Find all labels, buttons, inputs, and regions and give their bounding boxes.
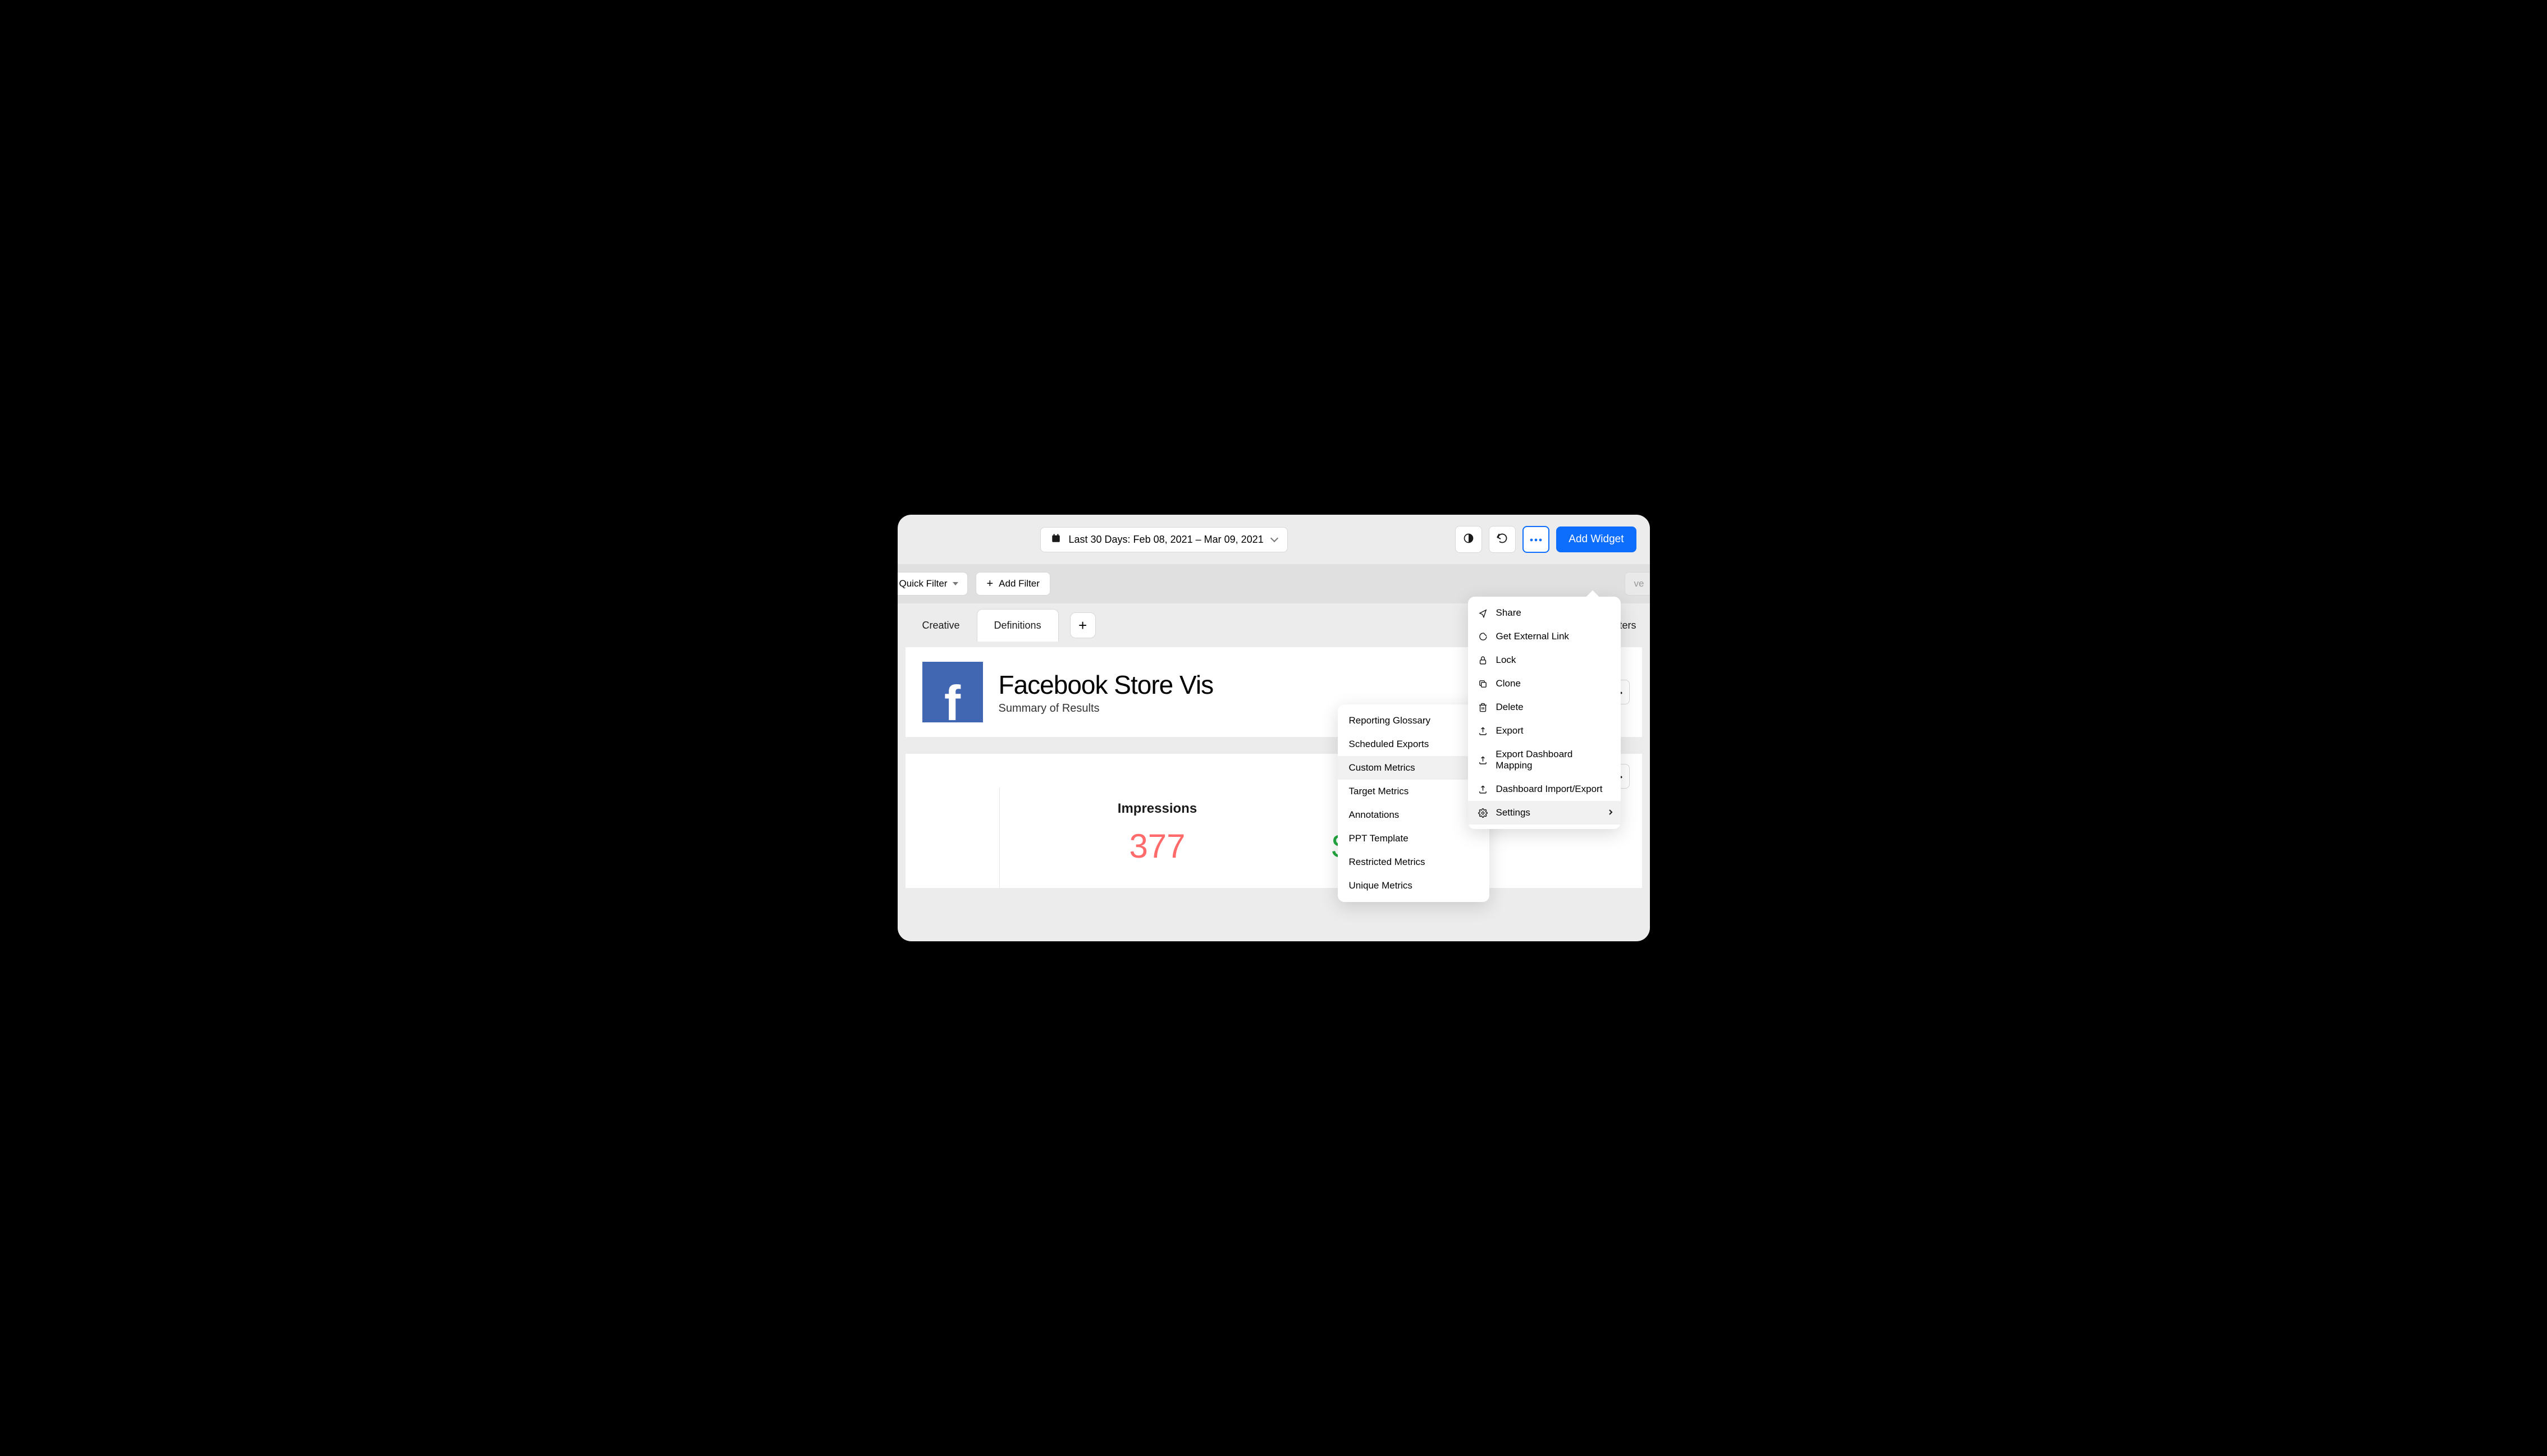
quick-filter-label: Quick Filter [899, 578, 948, 589]
menu-item-label: Delete [1496, 702, 1524, 713]
tab-creative[interactable]: Creative [906, 610, 977, 642]
menu-item-label: Clone [1496, 678, 1521, 689]
menu-item-settings[interactable]: Settings [1468, 801, 1621, 825]
header-text-block: Facebook Store Vis Summary of Results [999, 670, 1214, 715]
settings-submenu: Reporting GlossaryScheduled ExportsCusto… [1338, 704, 1489, 902]
facebook-logo: f [922, 662, 983, 722]
more-options-button[interactable] [1522, 526, 1549, 553]
menu-item-label: Share [1496, 607, 1521, 619]
add-widget-button[interactable]: Add Widget [1556, 526, 1636, 552]
submenu-item-scheduled-exports[interactable]: Scheduled Exports [1338, 732, 1489, 756]
facebook-f-icon: f [944, 679, 961, 728]
link-icon [1478, 632, 1488, 642]
menu-item-lock[interactable]: Lock [1468, 648, 1621, 672]
share-icon [1478, 608, 1488, 618]
export-icon [1478, 785, 1488, 794]
trash-icon [1478, 703, 1488, 712]
plus-icon: + [1078, 617, 1087, 634]
add-filter-label: Add Filter [999, 578, 1040, 589]
clone-icon [1478, 679, 1488, 689]
chevron-down-icon [1270, 534, 1278, 542]
menu-item-label: Get External Link [1496, 631, 1569, 642]
contrast-icon [1463, 533, 1474, 547]
menu-item-export[interactable]: Export [1468, 719, 1621, 743]
metric-impressions: Impressions 377 [1000, 787, 1315, 888]
submenu-item-reporting-glossary[interactable]: Reporting Glossary [1338, 709, 1489, 732]
gear-icon [1478, 808, 1488, 818]
refresh-icon [1497, 533, 1508, 547]
menu-item-label: Settings [1496, 807, 1530, 818]
export-icon [1478, 756, 1488, 765]
triangle-down-icon [953, 582, 958, 585]
metric-value: 377 [1005, 827, 1310, 866]
submenu-item-ppt-template[interactable]: PPT Template [1338, 827, 1489, 850]
lock-icon [1478, 656, 1488, 665]
refresh-button[interactable] [1489, 526, 1516, 553]
submenu-item-annotations[interactable]: Annotations [1338, 803, 1489, 827]
menu-item-share[interactable]: Share [1468, 601, 1621, 625]
chevron-right-icon [1608, 807, 1613, 818]
submenu-item-unique-metrics[interactable]: Unique Metrics [1338, 874, 1489, 898]
submenu-item-restricted-metrics[interactable]: Restricted Metrics [1338, 850, 1489, 874]
submenu-item-custom-metrics[interactable]: Custom Metrics [1338, 756, 1489, 780]
dashboard-window: Last 30 Days: Feb 08, 2021 – Mar 09, 202… [898, 515, 1650, 941]
top-bar: Last 30 Days: Feb 08, 2021 – Mar 09, 202… [898, 515, 1650, 564]
date-range-picker[interactable]: Last 30 Days: Feb 08, 2021 – Mar 09, 202… [1040, 527, 1288, 552]
main-dropdown-menu: Share Get External Link Lock Clone Delete Exp… [1468, 597, 1621, 829]
quick-filter-dropdown[interactable]: Quick Filter [898, 572, 968, 596]
menu-item-delete[interactable]: Delete [1468, 695, 1621, 719]
menu-item-label: Export Dashboard Mapping [1496, 749, 1610, 771]
calendar-icon [1051, 533, 1061, 546]
save-button-partial[interactable]: ve [1625, 572, 1650, 596]
metrics-gutter [906, 787, 1000, 888]
menu-item-dashboard-import-export[interactable]: Dashboard Import/Export [1468, 777, 1621, 801]
tab-definitions[interactable]: Definitions [977, 609, 1059, 642]
metric-label: Impressions [1005, 801, 1310, 817]
add-tab-button[interactable]: + [1070, 612, 1096, 638]
plus-icon: + [986, 578, 993, 589]
export-icon [1478, 726, 1488, 736]
menu-item-get-external-link[interactable]: Get External Link [1468, 625, 1621, 648]
menu-item-label: Lock [1496, 654, 1516, 666]
theme-toggle-button[interactable] [1455, 526, 1482, 553]
menu-item-clone[interactable]: Clone [1468, 672, 1621, 695]
menu-item-label: Export [1496, 725, 1524, 736]
submenu-item-target-metrics[interactable]: Target Metrics [1338, 780, 1489, 803]
menu-item-label: Dashboard Import/Export [1496, 784, 1603, 795]
page-title: Facebook Store Vis [999, 670, 1214, 700]
menu-item-export-dashboard-mapping[interactable]: Export Dashboard Mapping [1468, 743, 1621, 777]
add-filter-button[interactable]: + Add Filter [976, 572, 1050, 596]
date-range-label: Last 30 Days: Feb 08, 2021 – Mar 09, 202… [1069, 534, 1264, 546]
page-subtitle: Summary of Results [999, 702, 1214, 715]
dots-horizontal-icon [1530, 534, 1542, 544]
